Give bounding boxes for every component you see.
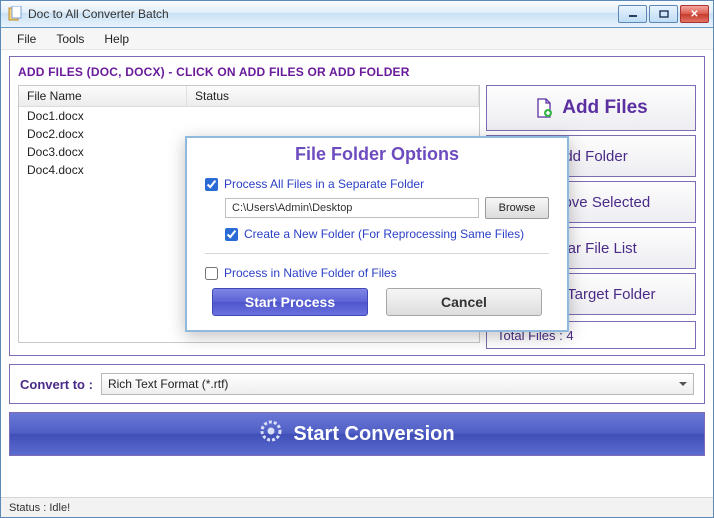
cancel-button[interactable]: Cancel — [386, 288, 542, 316]
folder-path-input[interactable]: C:\Users\Admin\Desktop — [225, 198, 479, 218]
app-icon — [7, 6, 23, 22]
opt-create-new-folder[interactable]: Create a New Folder (For Reprocessing Sa… — [225, 223, 549, 245]
add-files-button[interactable]: Add Files — [486, 85, 696, 131]
opt-separate-folder[interactable]: Process All Files in a Separate Folder — [205, 173, 549, 195]
add-file-icon — [534, 98, 554, 118]
minimize-button[interactable] — [618, 5, 647, 23]
opt-native-folder[interactable]: Process in Native Folder of Files — [205, 262, 549, 284]
opt-separate-folder-checkbox[interactable] — [205, 178, 218, 191]
file-folder-options-dialog: File Folder Options Process All Files in… — [185, 136, 569, 332]
col-file-name[interactable]: File Name — [19, 86, 187, 106]
convert-to-label: Convert to : — [20, 377, 93, 392]
maximize-button[interactable] — [649, 5, 678, 23]
menu-bar: File Tools Help — [1, 28, 713, 50]
window-title: Doc to All Converter Batch — [28, 7, 618, 21]
gear-icon — [259, 419, 283, 449]
status-bar: Status : Idle! — [1, 497, 713, 517]
convert-row: Convert to : Rich Text Format (*.rtf) — [9, 364, 705, 404]
menu-file[interactable]: File — [7, 30, 46, 48]
start-conversion-label: Start Conversion — [293, 423, 454, 446]
title-bar: Doc to All Converter Batch ✕ — [1, 1, 713, 28]
menu-tools[interactable]: Tools — [46, 30, 94, 48]
start-conversion-button[interactable]: Start Conversion — [9, 412, 705, 456]
browse-button[interactable]: Browse — [485, 197, 549, 219]
dialog-title: File Folder Options — [187, 138, 567, 173]
add-files-label: Add Files — [562, 97, 648, 119]
list-item[interactable]: Doc1.docx — [19, 107, 479, 125]
opt-native-folder-checkbox[interactable] — [205, 267, 218, 280]
start-process-button[interactable]: Start Process — [212, 288, 368, 316]
opt-create-new-folder-checkbox[interactable] — [225, 228, 238, 241]
panel-heading: ADD FILES (DOC, DOCX) - CLICK ON ADD FIL… — [18, 63, 696, 85]
status-text: Status : Idle! — [9, 502, 70, 514]
convert-to-select[interactable]: Rich Text Format (*.rtf) — [101, 373, 694, 395]
menu-help[interactable]: Help — [94, 30, 139, 48]
close-button[interactable]: ✕ — [680, 5, 709, 23]
col-status[interactable]: Status — [187, 86, 479, 106]
